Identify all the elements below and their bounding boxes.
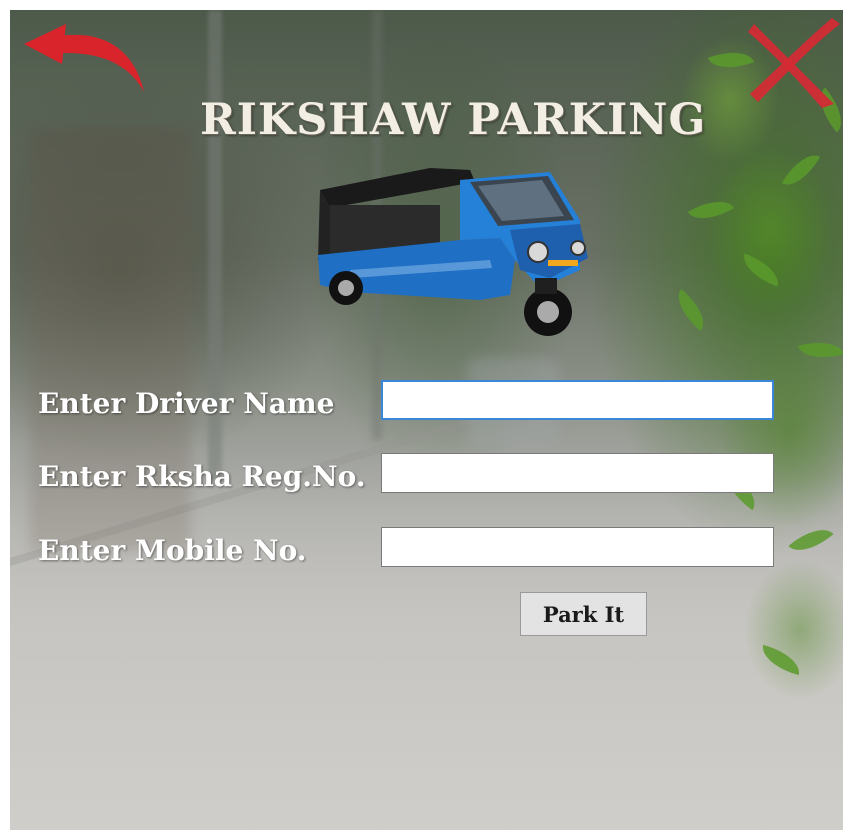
mobile-input[interactable] [381, 527, 774, 567]
leaf [668, 288, 714, 332]
parking-window: RIKSHAW PARKING Enter Driver Name Enter … [10, 10, 843, 830]
leaf [788, 518, 834, 562]
mobile-label: Enter Mobile No. [38, 534, 307, 567]
leaf [737, 253, 785, 287]
reg-no-input[interactable] [381, 453, 774, 493]
leaf [781, 146, 821, 194]
driver-name-label: Enter Driver Name [38, 387, 335, 420]
page-title: RIKSHAW PARKING [200, 95, 707, 145]
reg-no-label: Enter Rksha Reg.No. [38, 460, 366, 493]
driver-name-input[interactable] [381, 380, 774, 420]
leaf [798, 334, 843, 366]
leaf [687, 190, 735, 230]
leaf [758, 644, 804, 676]
back-arrow-icon [24, 24, 144, 92]
close-x-icon [748, 18, 840, 108]
back-button[interactable] [22, 22, 147, 102]
close-button[interactable] [748, 18, 843, 110]
electric-rickshaw-image [318, 168, 588, 336]
park-it-button[interactable]: Park It [520, 592, 647, 636]
